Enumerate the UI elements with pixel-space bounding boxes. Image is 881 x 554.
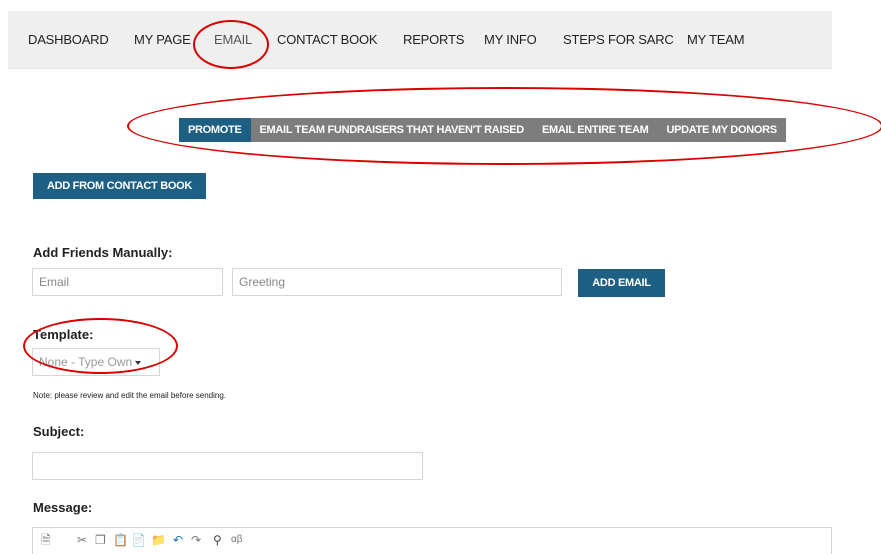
subject-input[interactable] — [32, 452, 423, 480]
nav-item-steps-for-sarc[interactable]: STEPS FOR SARC — [563, 32, 674, 47]
template-select[interactable]: None - Type Own — [32, 348, 160, 376]
undo-icon[interactable]: ↶ — [173, 533, 183, 547]
tab-update-my-donors[interactable]: UPDATE MY DONORS — [657, 118, 786, 142]
source-icon[interactable]: 🗎 — [41, 533, 51, 547]
message-label: Message: — [33, 500, 93, 515]
tab-email-entire-team[interactable]: EMAIL ENTIRE TEAM — [532, 118, 658, 142]
top-nav: DASHBOARD MY PAGE EMAIL CONTACT BOOK REP… — [8, 11, 832, 69]
find-icon[interactable]: ⚲ — [213, 533, 222, 547]
add-friends-label: Add Friends Manually: — [33, 245, 173, 260]
subject-label: Subject: — [33, 424, 85, 439]
tab-email-team-fundraisers[interactable]: EMAIL TEAM FUNDRAISERS THAT HAVEN'T RAIS… — [250, 118, 533, 142]
editor-toolbar: 🗎 ✂ ❐ 📋 📄 📁 ↶ ↷ ⚲ αβ — [32, 527, 832, 554]
paste-text-icon[interactable]: 📄 — [131, 533, 146, 547]
review-note: Note: please review and edit the email b… — [33, 391, 227, 400]
nav-item-reports[interactable]: REPORTS — [403, 32, 464, 47]
cut-icon[interactable]: ✂ — [77, 533, 87, 547]
caret-down-icon — [135, 360, 142, 365]
nav-item-my-team[interactable]: MY TEAM — [687, 32, 745, 47]
template-select-value: None - Type Own — [39, 355, 133, 369]
email-subtabs: PROMOTE EMAIL TEAM FUNDRAISERS THAT HAVE… — [179, 118, 786, 142]
greeting-input[interactable] — [232, 268, 562, 296]
nav-item-my-info[interactable]: MY INFO — [484, 32, 537, 47]
template-label: Template: — [33, 327, 94, 342]
copy-icon[interactable]: ❐ — [95, 533, 106, 547]
email-input[interactable] — [32, 268, 223, 296]
nav-item-dashboard[interactable]: DASHBOARD — [28, 32, 109, 47]
redo-icon[interactable]: ↷ — [191, 533, 201, 547]
spellcheck-icon[interactable]: αβ — [231, 533, 243, 547]
paste-word-icon[interactable]: 📁 — [151, 533, 166, 547]
nav-item-my-page[interactable]: MY PAGE — [134, 32, 191, 47]
add-from-contact-book-button[interactable]: ADD FROM CONTACT BOOK — [33, 173, 206, 199]
nav-item-email[interactable]: EMAIL — [214, 32, 252, 47]
paste-icon[interactable]: 📋 — [113, 533, 128, 547]
add-email-button[interactable]: ADD EMAIL — [578, 269, 665, 297]
tab-promote[interactable]: PROMOTE — [179, 118, 251, 142]
nav-item-contact-book[interactable]: CONTACT BOOK — [277, 32, 378, 47]
